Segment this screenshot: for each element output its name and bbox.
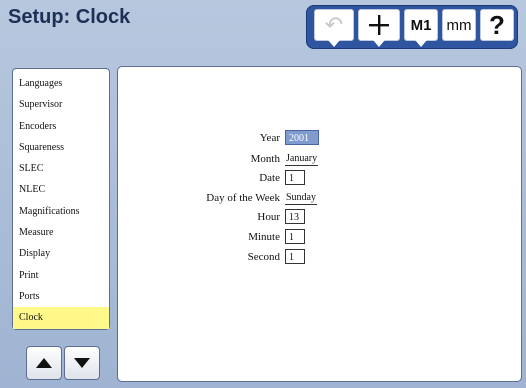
sidebar-item-clock[interactable]: Clock xyxy=(13,307,109,329)
second-label: Second xyxy=(247,251,280,263)
setup-menu: Languages Supervisor Encoders Squareness… xyxy=(12,68,110,330)
second-row: Second 1 xyxy=(118,249,523,267)
second-field[interactable]: 1 xyxy=(285,249,305,264)
toolbar: ↶ M1 mm ? xyxy=(306,5,518,49)
sidebar-item-encoders[interactable]: Encoders xyxy=(13,116,109,137)
help-button[interactable]: ? xyxy=(480,9,514,41)
month-field[interactable]: January xyxy=(285,151,319,166)
sidebar-item-display[interactable]: Display xyxy=(13,243,109,264)
add-button[interactable] xyxy=(358,9,400,47)
sidebar-item-supervisor[interactable]: Supervisor xyxy=(13,94,109,115)
sidebar-item-languages[interactable]: Languages xyxy=(13,73,109,94)
m1-button[interactable]: M1 xyxy=(404,9,438,47)
undo-button[interactable]: ↶ xyxy=(314,9,354,47)
sidebar-item-magnifications[interactable]: Magnifications xyxy=(13,201,109,222)
m1-label: M1 xyxy=(410,16,432,34)
help-icon: ? xyxy=(489,9,505,40)
minute-label: Minute xyxy=(248,231,280,243)
undo-icon: ↶ xyxy=(324,12,344,37)
minute-row: Minute 1 xyxy=(118,229,523,247)
hour-field[interactable]: 13 xyxy=(285,209,305,224)
sidebar-item-ports[interactable]: Ports xyxy=(13,286,109,307)
arrow-up-icon xyxy=(36,358,52,368)
sidebar-item-print[interactable]: Print xyxy=(13,265,109,286)
clock-settings-panel: Year 2001 Month January Date 1 Day of th… xyxy=(117,66,522,382)
day-of-week-field[interactable]: Sunday xyxy=(285,190,317,205)
pointer-pip xyxy=(328,40,340,47)
pointer-pip xyxy=(415,40,427,47)
sidebar-item-measure[interactable]: Measure xyxy=(13,222,109,243)
date-row: Date 1 xyxy=(118,170,523,188)
day-of-week-row: Day of the Week Sunday xyxy=(118,190,523,208)
units-button[interactable]: mm xyxy=(442,9,476,41)
sidebar-item-nlec[interactable]: NLEC xyxy=(13,179,109,200)
day-of-week-label: Day of the Week xyxy=(206,192,280,204)
year-label: Year xyxy=(259,132,280,144)
arrow-down-icon xyxy=(74,358,90,368)
date-field[interactable]: 1 xyxy=(285,170,305,185)
year-row: Year 2001 xyxy=(118,130,523,148)
sidebar-item-squareness[interactable]: Squareness xyxy=(13,137,109,158)
hour-row: Hour 13 xyxy=(118,209,523,227)
year-field[interactable]: 2001 xyxy=(285,130,319,145)
pointer-pip xyxy=(373,40,385,47)
units-label: mm xyxy=(446,16,472,34)
hour-label: Hour xyxy=(257,211,280,223)
page-title: Setup: Clock xyxy=(8,6,131,28)
date-label: Date xyxy=(259,172,280,184)
minute-field[interactable]: 1 xyxy=(285,229,305,244)
scroll-down-button[interactable] xyxy=(64,346,100,380)
month-row: Month January xyxy=(118,151,523,169)
sidebar-item-slec[interactable]: SLEC xyxy=(13,158,109,179)
plus-icon xyxy=(369,15,389,35)
month-label: Month xyxy=(250,153,280,165)
scroll-up-button[interactable] xyxy=(26,346,62,380)
